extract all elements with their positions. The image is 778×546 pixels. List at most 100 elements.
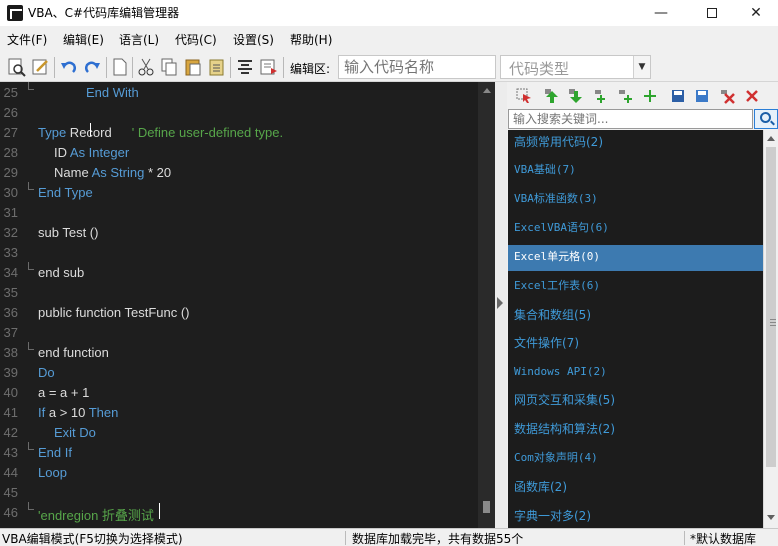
line-number: 32 (3, 225, 18, 240)
keyword: As Integer (67, 145, 130, 160)
fold-end-marker (28, 442, 34, 450)
save-all-button[interactable] (694, 88, 710, 104)
menu-help[interactable]: 帮助(H) (290, 31, 332, 48)
preview-button[interactable] (7, 57, 27, 77)
scroll-up-arrow-icon[interactable] (767, 136, 775, 141)
menu-code[interactable]: 代码(C) (175, 31, 217, 48)
list-scrollbar[interactable] (763, 130, 778, 528)
search-button[interactable] (754, 109, 778, 129)
code-type-placeholder: 代码类型 (509, 60, 570, 78)
list-item[interactable]: 高频常用代码(2) (508, 130, 763, 156)
editor-scrollbar[interactable] (478, 82, 495, 528)
list-item[interactable]: 函数库(2) (508, 475, 763, 501)
code-line-25: End With (86, 85, 139, 100)
scrollbar-thumb[interactable] (483, 501, 490, 513)
delete-button[interactable] (720, 88, 736, 104)
code-line-28: ID As Integer (54, 145, 129, 160)
edit-button[interactable] (31, 57, 51, 77)
code-line-27: Type Record ' Define user-defined type. (38, 125, 283, 140)
list-item[interactable]: Com对象声明(4) (508, 446, 763, 472)
format-button[interactable] (235, 57, 255, 77)
comment: ' Define user-defined type. (131, 125, 284, 140)
line-number: 33 (3, 245, 18, 260)
select-button[interactable] (516, 88, 532, 104)
scroll-down-arrow-icon[interactable] (767, 515, 775, 520)
line-number: 31 (3, 205, 18, 220)
copy-button[interactable] (159, 57, 179, 77)
delete-all-icon (746, 90, 758, 102)
add-sub-button[interactable] (618, 88, 634, 104)
menu-language[interactable]: 语言(L) (119, 31, 159, 48)
new-button[interactable] (110, 57, 130, 77)
move-down-button[interactable] (568, 88, 584, 104)
line-number: 35 (3, 285, 18, 300)
category-list[interactable]: 高频常用代码(2) VBA基础(7) VBA标准函数(3) ExcelVBA语句… (508, 130, 763, 528)
expression: a > 10 (45, 405, 86, 420)
export-icon (260, 59, 277, 75)
export-button[interactable] (259, 57, 279, 77)
code-line-42: Exit Do (54, 425, 96, 440)
identifier: Record (66, 125, 112, 140)
code-line-44: Loop (38, 465, 67, 480)
keyword: Type (38, 125, 67, 140)
line-number: 42 (3, 425, 18, 440)
code-line-39: Do (38, 365, 55, 380)
line-number: 26 (3, 105, 18, 120)
undo-icon (61, 61, 77, 73)
pointer-icon (516, 88, 531, 103)
chevron-down-icon[interactable]: ▼ (633, 56, 650, 78)
maximize-button[interactable] (689, 0, 735, 26)
code-line-29: Name As String * 20 (54, 165, 171, 180)
new-file-icon (113, 58, 127, 76)
undo-button[interactable] (59, 57, 79, 77)
list-item[interactable]: 集合和数组(5) (508, 303, 763, 329)
scrollbar-thumb[interactable] (766, 147, 776, 467)
menu-bar: 文件(F) 编辑(E) 语言(L) 代码(C) 设置(S) 帮助(H) (0, 28, 778, 50)
list-item-selected[interactable]: Excel单元格(0) (508, 245, 763, 271)
list-item[interactable]: Excel工作表(6) (508, 274, 763, 300)
list-item[interactable]: 字典一对多(2) (508, 504, 763, 528)
status-default-db: *默认数据库 (690, 532, 757, 546)
code-line-40: a = a + 1 (38, 385, 90, 400)
save-button[interactable] (670, 88, 686, 104)
arrow-down-icon (569, 89, 582, 103)
maximize-icon (707, 8, 717, 18)
status-mode: VBA编辑模式(F5切换为选择模式) (2, 532, 183, 546)
line-number: 28 (3, 145, 18, 160)
line-number: 36 (3, 305, 18, 320)
list-item[interactable]: Windows API(2) (508, 360, 763, 386)
list-item[interactable]: 网页交互和采集(5) (508, 388, 763, 414)
list-item[interactable]: VBA标准函数(3) (508, 187, 763, 213)
close-button[interactable]: ✕ (733, 0, 778, 26)
line-number: 46 (3, 505, 18, 520)
code-name-input[interactable] (338, 55, 496, 79)
paste-special-button[interactable] (207, 57, 227, 77)
menu-file[interactable]: 文件(F) (7, 31, 47, 48)
search-input[interactable] (508, 109, 753, 129)
move-up-button[interactable] (544, 88, 560, 104)
code-line-38: end function (38, 345, 109, 360)
cut-button[interactable] (136, 57, 156, 77)
paste-button[interactable] (183, 57, 203, 77)
scroll-up-arrow-icon[interactable] (483, 88, 491, 93)
add-icon (595, 90, 605, 103)
add-item-button[interactable] (642, 88, 658, 104)
minimize-button[interactable]: — (638, 0, 684, 26)
menu-edit[interactable]: 编辑(E) (63, 31, 104, 48)
list-item[interactable]: 数据结构和算法(2) (508, 417, 763, 443)
code-line-43: End If (38, 445, 72, 460)
list-item[interactable]: ExcelVBA语句(6) (508, 216, 763, 242)
delete-all-button[interactable] (744, 88, 760, 104)
chevron-right-icon[interactable] (497, 297, 503, 309)
code-type-select[interactable]: 代码类型 ▼ (500, 55, 651, 79)
menu-settings[interactable]: 设置(S) (233, 31, 274, 48)
list-item[interactable]: VBA基础(7) (508, 158, 763, 184)
redo-button[interactable] (82, 57, 102, 77)
list-item[interactable]: 文件操作(7) (508, 331, 763, 357)
code-editor[interactable]: 25 26 27 28 29 30 31 32 33 34 35 36 37 3… (0, 82, 495, 528)
delete-icon (721, 90, 735, 104)
add-category-button[interactable] (594, 88, 610, 104)
save-icon (672, 90, 684, 102)
panel-splitter[interactable] (495, 82, 507, 528)
line-number: 44 (3, 465, 18, 480)
